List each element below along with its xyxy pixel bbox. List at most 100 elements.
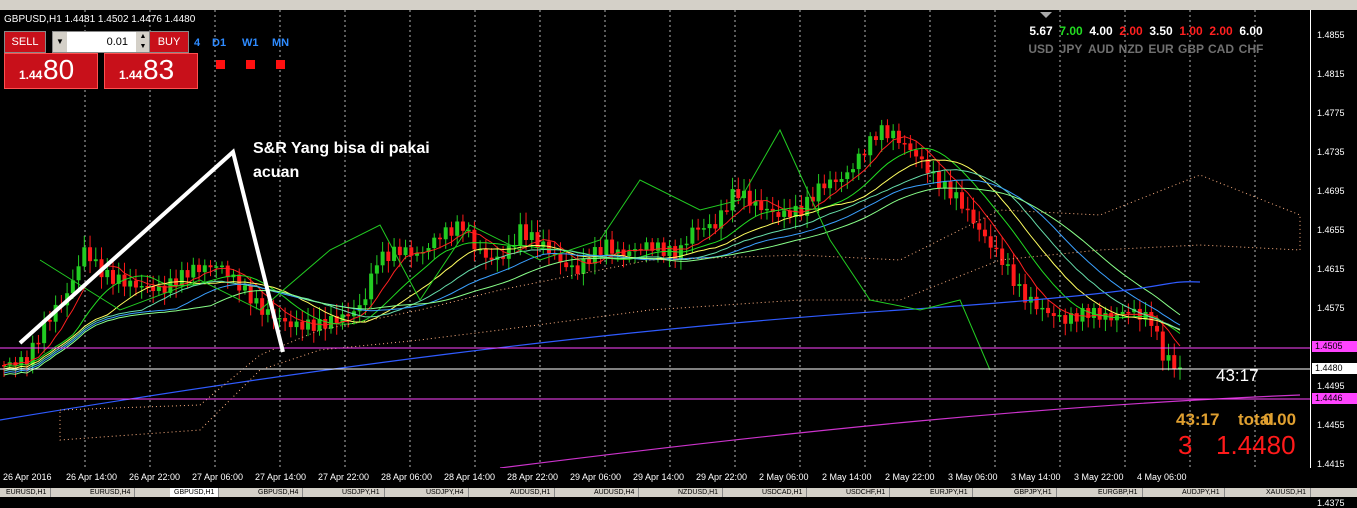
summary-timer: 43:17	[1176, 410, 1220, 429]
candle-body	[724, 210, 729, 212]
candle-body	[937, 171, 942, 189]
currency-label-usd: USD	[1028, 42, 1054, 56]
chart-tab[interactable]: GBPUSD,H1	[170, 488, 220, 497]
candle-body	[374, 265, 379, 274]
sell-price-tile[interactable]: 1.44 80	[4, 53, 98, 89]
chart-tab[interactable]: EURGBP,H1	[1094, 488, 1143, 497]
candle-body	[1034, 296, 1039, 310]
chart-tab[interactable]: GBPUSD,H4	[254, 488, 304, 497]
price-axis-label: 1.4735	[1317, 147, 1345, 157]
candle-body	[1023, 284, 1028, 303]
price-axis-label: 1.4575	[1317, 303, 1345, 313]
ichimoku-cloud	[59, 174, 1301, 441]
chart-shift-icon	[1040, 12, 1052, 18]
chart-tab[interactable]: USDCHF,H1	[842, 488, 891, 497]
candle-body	[627, 251, 632, 257]
chart-tab[interactable]: AUDUSD,H1	[506, 488, 556, 497]
candle-body	[397, 246, 402, 256]
candle-body	[994, 247, 999, 250]
lot-dropdown-icon[interactable]: ▼	[53, 32, 67, 52]
candle-body	[88, 247, 93, 262]
time-axis-label: 28 Apr 22:00	[507, 472, 559, 482]
time-axis-label: 27 Apr 06:00	[192, 472, 244, 482]
currency-label-eur: EUR	[1148, 42, 1174, 56]
candle-body	[1172, 355, 1177, 369]
candle-body	[1040, 307, 1045, 310]
buy-price-pips: 83	[143, 54, 175, 85]
chart-tab[interactable]: EURJPY,H1	[926, 488, 973, 497]
price-axis-label: 1.4375	[1317, 498, 1345, 508]
candle-body	[82, 247, 87, 267]
annotation-line-2: acuan	[253, 164, 300, 181]
candle-body	[856, 153, 861, 170]
sell-price-prefix: 1.44	[19, 68, 43, 82]
chart-tab[interactable]: USDJPY,H4	[422, 488, 469, 497]
candle-body	[185, 270, 190, 278]
candle-body	[449, 227, 454, 236]
candle-body	[696, 227, 701, 230]
buy-price-tile[interactable]: 1.44 83	[104, 53, 198, 89]
candle-body	[839, 179, 844, 182]
chart-tab[interactable]: NZDUSD,H1	[674, 488, 724, 497]
candle-body	[873, 136, 878, 140]
candle-body	[575, 265, 580, 274]
candle-body	[604, 239, 609, 255]
tf-label-h4: 4	[194, 37, 201, 49]
buy-button[interactable]: BUY	[149, 31, 189, 53]
candle-body	[483, 248, 488, 258]
candle-body	[1063, 315, 1068, 324]
candle-body	[443, 227, 448, 240]
candle-body	[971, 209, 976, 224]
currency-value-chf: 6.00	[1239, 24, 1263, 38]
currency-value-usd: 5.67	[1029, 24, 1053, 38]
lot-size-field[interactable]: ▼ 0.01 ▲ ▼	[52, 31, 151, 53]
candle-body	[948, 181, 953, 199]
candle-body	[546, 241, 551, 254]
candle-body	[868, 136, 873, 156]
candle-body	[1160, 331, 1165, 361]
currency-label-nzd: NZD	[1118, 42, 1144, 56]
candle-body	[432, 237, 437, 249]
price-axis-label: 1.4415	[1317, 459, 1345, 469]
candle-body	[93, 259, 98, 262]
chart-tab[interactable]: EURUSD,H4	[86, 488, 136, 497]
currency-value-cad: 2.00	[1209, 24, 1233, 38]
candle-body	[386, 251, 391, 261]
lot-stepper-icon[interactable]: ▲ ▼	[136, 32, 150, 52]
chart-tab[interactable]: GBPJPY,H1	[1010, 488, 1057, 497]
chart-tab[interactable]: USDJPY,H1	[338, 488, 385, 497]
candle-body	[564, 262, 569, 268]
price-axis-label: 1.4655	[1317, 225, 1345, 235]
price-axis[interactable]: 1.4855 1.4815 1.4775 1.4735 1.4695 1.4655 1.46…	[1310, 10, 1357, 508]
candle-body	[1155, 325, 1160, 332]
chart-tab[interactable]: USDCAD,H1	[758, 488, 808, 497]
top-toolbar	[0, 0, 1357, 10]
candle-body	[70, 280, 75, 294]
chart-tab[interactable]: AUDUSD,H4	[590, 488, 640, 497]
candle-body	[225, 265, 230, 278]
chart-tab[interactable]: EURUSD,H1	[2, 488, 52, 497]
candle-body	[323, 319, 328, 329]
currency-label-gbp: GBP	[1177, 42, 1204, 56]
price-axis-label: 1.4455	[1317, 420, 1345, 430]
chart-tab[interactable]: AUDJPY,H1	[1178, 488, 1225, 497]
candle-body	[908, 143, 913, 151]
candle-body	[1074, 313, 1079, 322]
time-axis-label: 2 May 06:00	[759, 472, 809, 482]
candle-body	[529, 232, 534, 240]
candle-body	[541, 241, 546, 248]
time-axis-label: 4 May 06:00	[1137, 472, 1187, 482]
candle-body	[219, 265, 224, 268]
candle-body	[598, 247, 603, 255]
chart-tab[interactable]: XAUUSD,H1	[1262, 488, 1312, 497]
chart-tabs: EURUSD,H1 EURUSD,H4 GBPUSD,H1 GBPUSD,H4 USDJ…	[0, 488, 1357, 497]
one-click-trade-panel: SELL ▼ 0.01 ▲ ▼ BUY 1.44 80 1.44 83	[4, 31, 198, 89]
candle-body	[879, 125, 884, 140]
currency-value-aud: 4.00	[1089, 24, 1113, 38]
sell-button[interactable]: SELL	[4, 31, 46, 53]
candle-body	[896, 130, 901, 144]
candle-body	[518, 224, 523, 246]
candle-body	[1017, 284, 1022, 286]
candle-body	[47, 319, 52, 322]
time-axis-label: 29 Apr 14:00	[633, 472, 685, 482]
